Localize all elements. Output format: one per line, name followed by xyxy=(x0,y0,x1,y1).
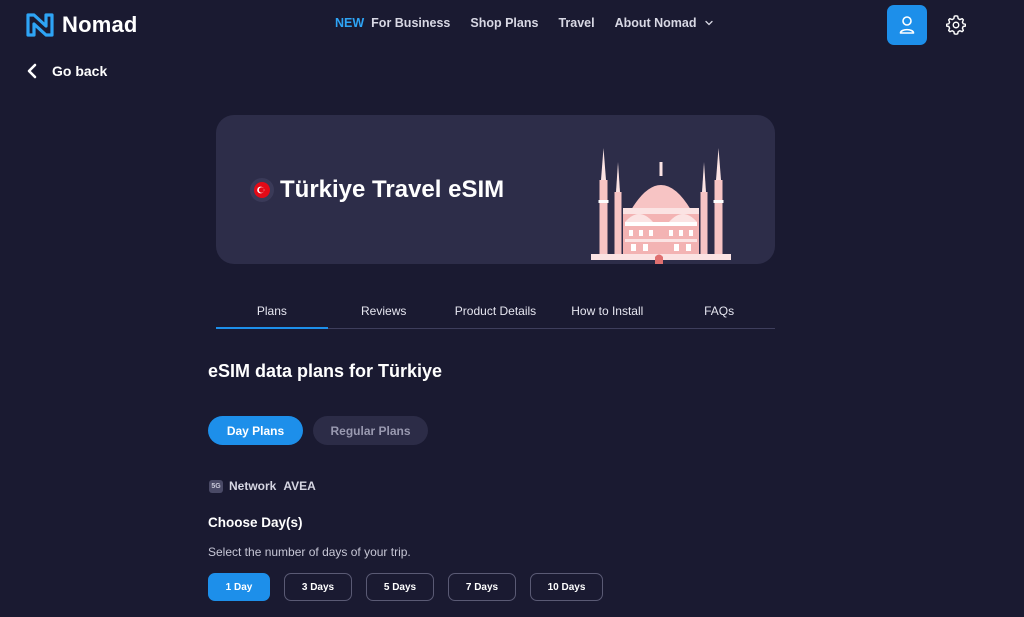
product-tabs: Plans Reviews Product Details How to Ins… xyxy=(216,295,775,329)
day-plans-button[interactable]: Day Plans xyxy=(208,416,303,445)
regular-plans-button[interactable]: Regular Plans xyxy=(313,416,428,445)
new-badge: NEW xyxy=(335,16,365,30)
hero-banner: Türkiye Travel eSIM xyxy=(216,115,775,264)
mosque-illustration xyxy=(591,148,731,264)
nomad-logo-icon xyxy=(26,13,54,37)
nav-item-label: Shop Plans xyxy=(470,16,539,30)
nav-item-for-business[interactable]: NEW For Business xyxy=(335,16,450,30)
day-option-3[interactable]: 3 Days xyxy=(284,573,352,601)
tab-product-details[interactable]: Product Details xyxy=(440,295,552,328)
settings-gear-icon[interactable] xyxy=(946,15,966,35)
5g-badge-icon: 5G xyxy=(209,479,223,493)
tab-reviews[interactable]: Reviews xyxy=(328,295,440,328)
chevron-down-icon xyxy=(704,20,713,26)
nomad-logo[interactable]: Nomad xyxy=(25,11,138,39)
go-back-label: Go back xyxy=(52,63,108,79)
day-option-5[interactable]: 5 Days xyxy=(366,573,434,601)
nav-item-shop-plans[interactable]: Shop Plans xyxy=(470,16,538,30)
day-option-10[interactable]: 10 Days xyxy=(530,573,603,601)
account-button[interactable] xyxy=(887,5,927,45)
day-option-7[interactable]: 7 Days xyxy=(448,573,516,601)
chevron-left-icon xyxy=(27,63,37,79)
network-label: Network xyxy=(229,479,277,493)
main-menu: NEW For Business Shop Plans Travel About… xyxy=(335,16,734,30)
day-option-1[interactable]: 1 Day xyxy=(208,573,270,601)
network-info: 5G Network AVEA xyxy=(209,479,316,493)
top-navigation: Nomad NEW For Business Shop Plans Travel… xyxy=(0,0,1024,50)
nav-item-label: About Nomad xyxy=(614,16,697,30)
brand-name: Nomad xyxy=(62,12,138,37)
nav-item-about-nomad[interactable]: About Nomad xyxy=(615,16,714,30)
tab-faqs[interactable]: FAQs xyxy=(663,295,775,328)
network-value: AVEA xyxy=(283,479,316,493)
turkey-flag-icon xyxy=(250,178,274,202)
tab-how-to-install[interactable]: How to Install xyxy=(551,295,663,328)
plan-type-toggle: Day Plans Regular Plans xyxy=(208,416,428,445)
plans-section-title: eSIM data plans for Türkiye xyxy=(208,361,443,381)
user-icon xyxy=(899,16,915,34)
day-options: 1 Day 3 Days 5 Days 7 Days 10 Days xyxy=(208,573,603,601)
tab-plans[interactable]: Plans xyxy=(216,295,328,329)
nav-item-travel[interactable]: Travel xyxy=(558,16,594,30)
choose-days-subtitle: Select the number of days of your trip. xyxy=(208,545,411,559)
nav-item-label: For Business xyxy=(371,16,451,30)
nav-item-label: Travel xyxy=(558,16,595,30)
choose-days-title: Choose Day(s) xyxy=(208,515,303,530)
hero-title: Türkiye Travel eSIM xyxy=(280,176,505,203)
go-back-link[interactable]: Go back xyxy=(25,62,107,80)
